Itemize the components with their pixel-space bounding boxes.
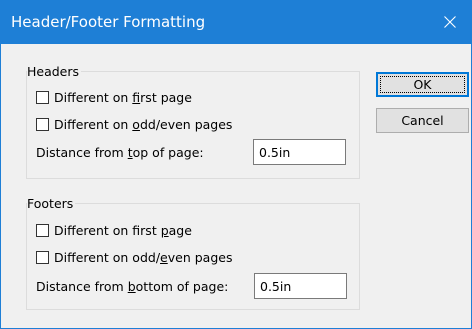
- checkbox-box[interactable]: [36, 224, 49, 237]
- window-title: Header/Footer Formatting: [11, 13, 206, 31]
- ok-button[interactable]: OK: [376, 72, 469, 97]
- checkbox-box[interactable]: [36, 118, 49, 131]
- checkbox-label: Different on odd/even pages: [54, 250, 233, 265]
- headers-different-odd-even-checkbox[interactable]: Different on odd/even pages: [36, 117, 232, 132]
- checkbox-box[interactable]: [36, 91, 49, 104]
- checkbox-box[interactable]: [36, 251, 49, 264]
- footers-different-first-page-checkbox[interactable]: Different on first page: [36, 223, 192, 238]
- headers-different-first-page-checkbox[interactable]: Different on first page: [36, 90, 192, 105]
- header-footer-dialog: Header/Footer Formatting Headers Differe…: [0, 0, 472, 329]
- cancel-button[interactable]: Cancel: [376, 108, 469, 133]
- checkbox-label: Different on first page: [54, 223, 192, 238]
- headers-group-legend: Headers: [27, 64, 82, 79]
- checkbox-label: Different on first page: [54, 90, 192, 105]
- headers-distance-label: Distance from top of page:: [36, 145, 204, 160]
- ok-button-label: OK: [413, 77, 432, 92]
- footers-distance-label: Distance from bottom of page:: [36, 279, 229, 294]
- footers-distance-input[interactable]: [254, 273, 347, 299]
- title-bar: Header/Footer Formatting: [1, 0, 472, 44]
- footers-group-legend: Footers: [27, 196, 76, 211]
- checkbox-label: Different on odd/even pages: [54, 117, 233, 132]
- cancel-button-label: Cancel: [401, 113, 444, 128]
- close-button[interactable]: [427, 0, 472, 44]
- close-icon: [444, 16, 456, 28]
- headers-distance-input[interactable]: [253, 139, 346, 165]
- footers-different-odd-even-checkbox[interactable]: Different on odd/even pages: [36, 250, 232, 265]
